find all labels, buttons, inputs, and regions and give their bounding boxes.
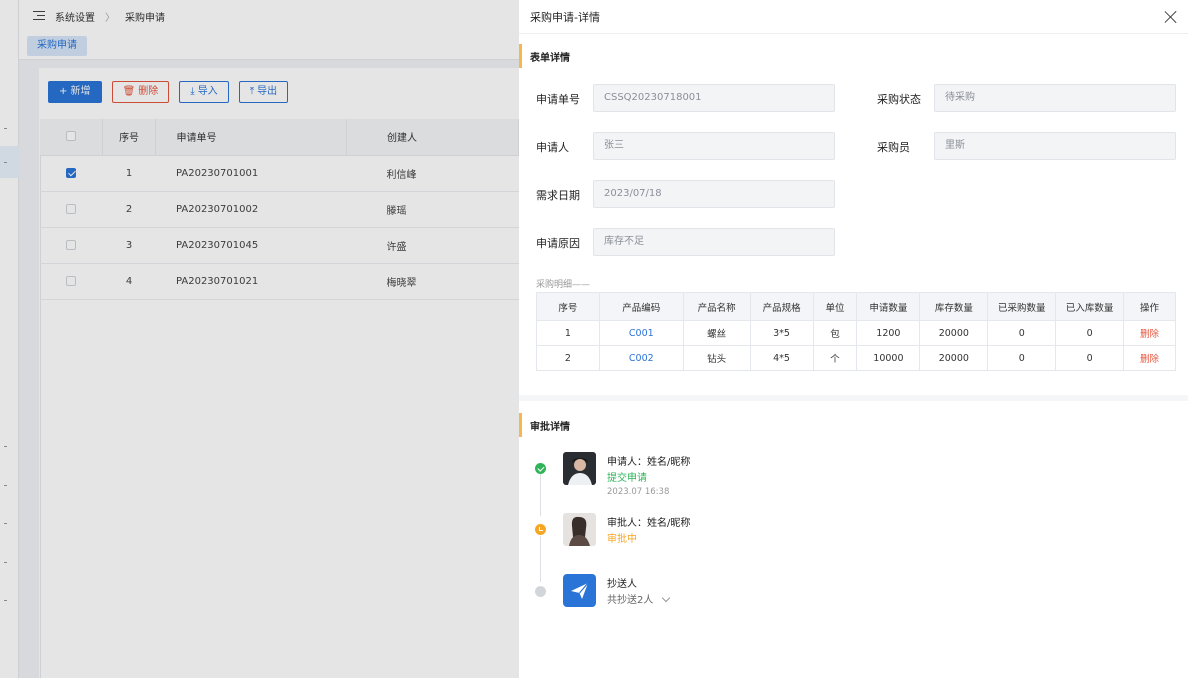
timeline-connector (540, 536, 541, 582)
product-unit: 个 (812, 345, 858, 371)
applicant-status: 提交申请 (607, 473, 647, 484)
cc-status[interactable]: 共抄送2人 (607, 591, 670, 606)
avatar (563, 513, 596, 546)
modal-mask[interactable] (0, 0, 519, 678)
apply-no-label: 申请单号 (536, 93, 580, 106)
detail-col-stored: 已入库数量 (1055, 292, 1125, 321)
buyer-field: 里斯 (934, 132, 1176, 160)
detail-col-code: 产品编码 (598, 292, 684, 321)
applicant-field: 张三 (593, 132, 835, 160)
product-spec: 4*5 (749, 345, 814, 371)
apply-qty: 1200 (856, 320, 921, 346)
detail-col-unit: 单位 (812, 292, 858, 321)
product-unit: 包 (812, 320, 858, 346)
date-label: 需求日期 (536, 189, 580, 202)
buyer-label: 采购员 (877, 141, 910, 154)
step-waiting-icon (535, 582, 546, 597)
detail-col-op: 操作 (1123, 292, 1176, 321)
detail-row: 1 C001 螺丝 3*5 包 1200 20000 0 0 删除 (536, 320, 1176, 346)
apply-no-field: CSSQ20230718001 (593, 84, 835, 112)
step-pending-icon (535, 524, 546, 535)
reason-field: 库存不足 (593, 228, 835, 256)
detail-col-stock: 库存数量 (919, 292, 989, 321)
status-label: 采购状态 (877, 93, 921, 106)
stock-qty: 20000 (919, 345, 989, 371)
approver-name: 审批人：姓名/昵称 (607, 518, 691, 529)
stored-qty: 0 (1055, 320, 1125, 346)
stock-qty: 20000 (919, 320, 989, 346)
applicant-name: 申请人：姓名/昵称 (607, 457, 691, 468)
date-field: 2023/07/18 (593, 180, 835, 208)
detail-caption: 采购明细—— (536, 280, 591, 290)
delete-row-link[interactable]: 删除 (1123, 345, 1176, 371)
chevron-down-icon[interactable] (661, 593, 670, 603)
product-code-link[interactable]: C001 (598, 320, 684, 346)
step-done-icon (535, 463, 546, 474)
reason-label: 申请原因 (536, 237, 580, 250)
detail-table: 序号 产品编码 产品名称 产品规格 单位 申请数量 库存数量 已采购数量 已入库… (536, 292, 1176, 371)
product-spec: 3*5 (749, 320, 814, 346)
applicant-time: 2023.07 16:38 (607, 487, 670, 497)
purchased-qty: 0 (987, 320, 1057, 346)
close-icon[interactable] (1164, 10, 1178, 24)
section-form-details: 表单详情 (519, 44, 570, 68)
section-divider (519, 395, 1188, 401)
detail-col-index: 序号 (536, 292, 600, 321)
detail-header-row: 序号 产品编码 产品名称 产品规格 单位 申请数量 库存数量 已采购数量 已入库… (536, 292, 1176, 321)
product-name: 钻头 (682, 345, 751, 371)
detail-drawer: 采购申请-详情 表单详情 申请单号 CSSQ20230718001 采购状态 待… (519, 0, 1188, 678)
purchased-qty: 0 (987, 345, 1057, 371)
status-field: 待采购 (934, 84, 1176, 112)
detail-col-qty: 申请数量 (856, 292, 921, 321)
product-name: 螺丝 (682, 320, 751, 346)
section-approval-details: 审批详情 (519, 413, 570, 437)
timeline-connector (540, 474, 541, 516)
cc-count: 共抄送2人 (607, 595, 654, 606)
avatar (563, 452, 596, 485)
approver-status: 审批中 (607, 534, 637, 545)
avatar-applicant (563, 452, 596, 485)
detail-index: 2 (536, 345, 600, 371)
product-code-link[interactable]: C002 (598, 345, 684, 371)
detail-col-purchased: 已采购数量 (987, 292, 1057, 321)
send-icon (571, 582, 589, 599)
detail-row: 2 C002 钻头 4*5 个 10000 20000 0 0 删除 (536, 345, 1176, 371)
drawer-header: 采购申请-详情 (519, 0, 1188, 34)
detail-index: 1 (536, 320, 600, 346)
avatar (563, 574, 596, 607)
delete-row-link[interactable]: 删除 (1123, 320, 1176, 346)
applicant-label: 申请人 (536, 141, 569, 154)
detail-col-spec: 产品规格 (749, 292, 814, 321)
apply-qty: 10000 (856, 345, 921, 371)
avatar-approver (563, 513, 596, 546)
detail-col-name: 产品名称 (682, 292, 751, 321)
drawer-title: 采购申请-详情 (530, 10, 600, 24)
cc-name: 抄送人 (607, 579, 637, 590)
stored-qty: 0 (1055, 345, 1125, 371)
